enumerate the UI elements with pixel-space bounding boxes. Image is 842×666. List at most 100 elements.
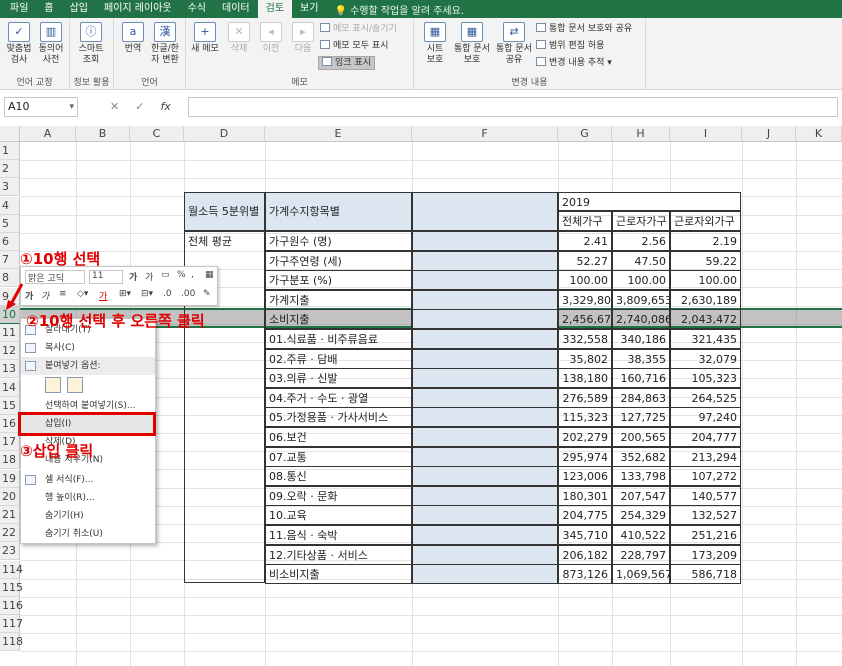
table-row-f-cell[interactable]: [412, 505, 558, 525]
table-row-label[interactable]: 01.식료품 · 비주류음료: [265, 329, 412, 349]
table-value-cell[interactable]: 2.41: [558, 231, 612, 251]
tab-home[interactable]: 홈: [36, 0, 61, 18]
row-header-17[interactable]: 17: [0, 433, 20, 451]
shrink-font-icon[interactable]: 가: [145, 270, 153, 283]
table-value-cell[interactable]: 204,775: [558, 505, 612, 525]
column-header-G[interactable]: G: [558, 126, 612, 142]
select-all-corner[interactable]: [0, 126, 20, 142]
table-row-f-cell[interactable]: [412, 368, 558, 388]
percent-icon[interactable]: %: [177, 270, 186, 280]
table-subheader[interactable]: 근로자외가구: [670, 211, 741, 231]
row-header-18[interactable]: 18: [0, 451, 20, 469]
table-row-f-cell[interactable]: [412, 349, 558, 369]
font-size-select[interactable]: 11: [89, 270, 123, 284]
table-subheader[interactable]: 근로자가구: [612, 211, 670, 231]
row-header-118[interactable]: 118: [0, 633, 23, 651]
table-value-cell[interactable]: 264,525: [670, 388, 741, 408]
table-value-cell[interactable]: 52.27: [558, 251, 612, 271]
row-header-2[interactable]: 2: [0, 160, 20, 178]
track-changes-button[interactable]: 변경 내용 추적 ▾: [536, 57, 612, 69]
borders-icon[interactable]: ⊞▾: [119, 289, 131, 299]
translate-button[interactable]: a 번역: [116, 22, 150, 55]
table-value-cell[interactable]: 251,216: [670, 525, 741, 545]
bold-icon[interactable]: 가: [25, 289, 33, 302]
table-value-cell[interactable]: 410,522: [612, 525, 670, 545]
column-header-A[interactable]: A: [20, 126, 76, 142]
show-hide-comment-button[interactable]: 메모 표시/숨기기: [320, 23, 397, 35]
column-header-C[interactable]: C: [130, 126, 184, 142]
table-value-cell[interactable]: 228,797: [612, 545, 670, 565]
table-row-f-cell[interactable]: [412, 290, 558, 310]
column-header-E[interactable]: E: [265, 126, 412, 142]
row-header-5[interactable]: 5: [0, 215, 20, 233]
table-value-cell[interactable]: 332,558: [558, 329, 612, 349]
table-row-f-cell[interactable]: [412, 427, 558, 447]
increase-decimal-icon[interactable]: .0: [163, 289, 172, 299]
row-header-19[interactable]: 19: [0, 470, 20, 488]
tab-insert[interactable]: 삽입: [62, 0, 96, 18]
table-row-f-cell[interactable]: [412, 231, 558, 251]
table-row-f-cell[interactable]: [412, 388, 558, 408]
row-header-11[interactable]: 11: [0, 324, 20, 342]
table-value-cell[interactable]: 276,589: [558, 388, 612, 408]
formula-input[interactable]: [188, 97, 838, 117]
table-value-cell[interactable]: 254,329: [612, 505, 670, 525]
table-value-cell[interactable]: 873,126: [558, 564, 612, 584]
fill-color-icon[interactable]: ◇▾: [77, 289, 88, 299]
table-row-label[interactable]: 가구원수 (명): [265, 231, 412, 251]
table-value-cell[interactable]: 138,180: [558, 368, 612, 388]
row-header-7[interactable]: 7: [0, 251, 20, 269]
table-row-f-cell[interactable]: [412, 466, 558, 486]
table-row-f-cell[interactable]: [412, 447, 558, 467]
row-header-16[interactable]: 16: [0, 415, 20, 433]
next-comment-button[interactable]: ▸ 다음: [286, 22, 320, 55]
table-value-cell[interactable]: 295,974: [558, 447, 612, 467]
align-icon[interactable]: ≡: [59, 289, 67, 299]
font-select[interactable]: 맑은 고딕: [25, 270, 85, 284]
row-header-12[interactable]: 12: [0, 342, 20, 360]
table-header-e[interactable]: 가계수지항목별: [265, 192, 412, 231]
show-ink-button[interactable]: 잉크 표시: [318, 56, 375, 70]
tab-review[interactable]: 검토: [257, 0, 293, 18]
table-row-label[interactable]: 05.가정용품 · 가사서비스: [265, 407, 412, 427]
column-header-H[interactable]: H: [612, 126, 670, 142]
table-row-f-cell[interactable]: [412, 407, 558, 427]
protect-share-button[interactable]: 통합 문서 보호와 공유: [536, 23, 632, 35]
menu-unhide[interactable]: 숨기기 취소(U): [21, 525, 155, 543]
table-value-cell[interactable]: 127,725: [612, 407, 670, 427]
table-value-cell[interactable]: 3,809,653: [612, 290, 670, 310]
row-header-115[interactable]: 115: [0, 579, 23, 597]
table-value-cell[interactable]: 340,186: [612, 329, 670, 349]
table-row-f-cell[interactable]: [412, 270, 558, 290]
table-row-label[interactable]: 가구주연령 (세): [265, 251, 412, 271]
row-header-1[interactable]: 1: [0, 142, 20, 160]
prev-comment-button[interactable]: ◂ 이전: [254, 22, 288, 55]
table-value-cell[interactable]: 352,682: [612, 447, 670, 467]
table-value-cell[interactable]: 97,240: [670, 407, 741, 427]
table-value-cell[interactable]: 345,710: [558, 525, 612, 545]
table-value-cell[interactable]: 2,043,472: [670, 309, 741, 329]
enter-icon[interactable]: ✓: [135, 97, 144, 117]
table-row-label[interactable]: 06.보건: [265, 427, 412, 447]
table-value-cell[interactable]: 123,006: [558, 466, 612, 486]
table-value-cell[interactable]: 204,777: [670, 427, 741, 447]
font-color-icon[interactable]: 가: [99, 289, 107, 302]
table-value-cell[interactable]: 35,802: [558, 349, 612, 369]
eraser-icon[interactable]: ✎: [203, 289, 211, 299]
table-row-f-cell[interactable]: [412, 525, 558, 545]
table-value-cell[interactable]: 1,069,567: [612, 564, 670, 584]
row-header-6[interactable]: 6: [0, 233, 20, 251]
insert-function-icon[interactable]: fx: [160, 97, 170, 117]
grow-font-icon[interactable]: 가: [129, 270, 137, 283]
table-value-cell[interactable]: 133,798: [612, 466, 670, 486]
table-value-cell[interactable]: 47.50: [612, 251, 670, 271]
table-header-d[interactable]: 월소득 5분위별: [184, 192, 265, 231]
column-header-D[interactable]: D: [184, 126, 265, 142]
table-row-label[interactable]: 비소비지출: [265, 564, 412, 584]
table-row-label[interactable]: 12.기타상품 · 서비스: [265, 545, 412, 565]
table-value-cell[interactable]: 160,716: [612, 368, 670, 388]
row-header-116[interactable]: 116: [0, 597, 23, 615]
show-all-comments-button[interactable]: 메모 모두 표시: [320, 40, 388, 52]
table-value-cell[interactable]: 105,323: [670, 368, 741, 388]
table-value-cell[interactable]: 207,547: [612, 486, 670, 506]
